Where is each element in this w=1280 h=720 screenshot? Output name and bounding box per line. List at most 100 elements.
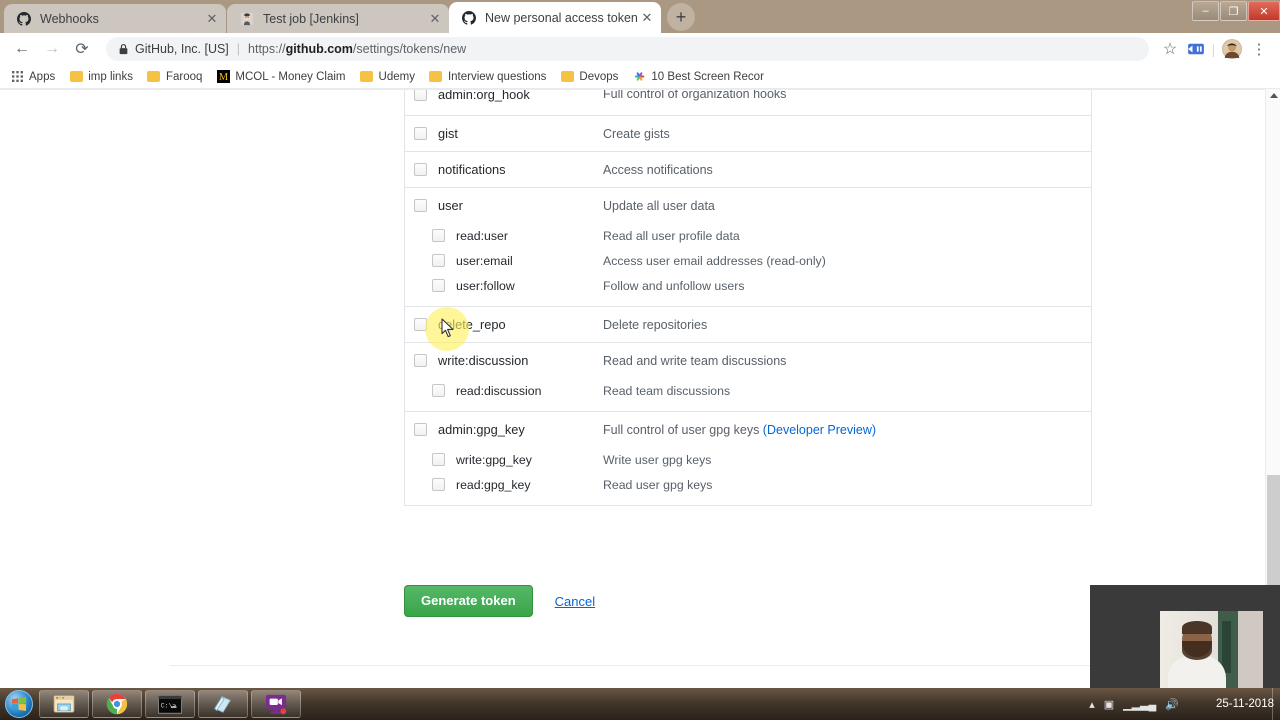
volume-icon[interactable]: 🔊	[1165, 698, 1179, 711]
checkbox-delete-repo[interactable]	[414, 318, 427, 331]
minimize-button[interactable]: –	[1192, 1, 1219, 21]
checkbox-admin-org-hook[interactable]	[414, 90, 427, 101]
bookmark-10-best-screen-recorder[interactable]: 10 Best Screen Recor	[632, 70, 764, 84]
scope-description: Read and write team discussions	[603, 353, 787, 368]
bookmark-farooq[interactable]: Farooq	[147, 70, 202, 84]
cancel-link[interactable]: Cancel	[555, 594, 595, 609]
bookmark-mcol-money-claim[interactable]: M MCOL - Money Claim	[216, 70, 346, 84]
scope-row-gist[interactable]: gist Create gists	[405, 116, 1091, 151]
checkbox-gist[interactable]	[414, 127, 427, 140]
action-center-icon[interactable]: ▣	[1104, 698, 1114, 711]
maximize-restore-button[interactable]: ❐	[1220, 1, 1247, 21]
extension-icon[interactable]	[1183, 36, 1209, 62]
browser-toolbar: ← → ⟳ GitHub, Inc. [US] | https://github…	[0, 33, 1280, 65]
browser-tab-test-job-jenkins[interactable]: Test job [Jenkins] ✕	[227, 4, 449, 33]
checkbox-read-discussion[interactable]	[432, 384, 445, 397]
bookmark-interview-questions[interactable]: Interview questions	[429, 70, 546, 84]
developer-preview-link[interactable]: (Developer Preview)	[763, 423, 876, 437]
scope-description: Full control of user gpg keys (Developer…	[603, 423, 876, 437]
reload-button[interactable]: ⟳	[68, 35, 96, 63]
scope-row-read-gpg-key[interactable]: read:gpg_key Read user gpg keys	[405, 472, 1091, 497]
bookmark-devops[interactable]: Devops	[560, 70, 618, 84]
checkbox-read-gpg-key[interactable]	[432, 478, 445, 491]
browser-tab-webhooks[interactable]: Webhooks ✕	[4, 4, 226, 33]
close-icon[interactable]: ✕	[639, 10, 655, 26]
close-icon[interactable]: ✕	[427, 11, 443, 27]
network-icon[interactable]: ▁▂▃▄	[1123, 698, 1156, 711]
scope-row-delete-repo[interactable]: delete_repo Delete repositories	[405, 307, 1091, 342]
tab-title: New personal access token	[485, 10, 638, 25]
svg-text:M: M	[219, 72, 228, 83]
close-icon[interactable]: ✕	[204, 11, 220, 27]
scope-row-user-email[interactable]: user:email Access user email addresses (…	[405, 248, 1091, 273]
scope-description-text: Full control of user gpg keys	[603, 422, 763, 437]
scope-description: Write user gpg keys	[603, 452, 712, 467]
scope-row-user[interactable]: user Update all user data	[405, 188, 1091, 223]
taskbar-sticky-notes-icon[interactable]	[198, 690, 248, 718]
url-path: /settings/tokens/new	[352, 42, 467, 56]
window-controls: – ❐ ✕	[1192, 0, 1280, 22]
webcam-overlay	[1090, 585, 1280, 688]
svg-text:C:\>: C:\>	[161, 702, 177, 709]
scope-row-admin-org-hook[interactable]: admin:org_hook Full control of organizat…	[405, 90, 1091, 107]
browser-menu-icon[interactable]: ⋮	[1246, 36, 1272, 62]
scope-name: write:discussion	[438, 353, 529, 368]
avatar[interactable]	[1222, 39, 1242, 59]
scope-row-user-follow[interactable]: user:follow Follow and unfollow users	[405, 273, 1091, 298]
close-window-button[interactable]: ✕	[1248, 1, 1280, 21]
start-orb-icon[interactable]	[2, 689, 36, 719]
folder-icon	[69, 70, 83, 84]
scope-description: Read user gpg keys	[603, 477, 713, 492]
checkbox-write-discussion[interactable]	[414, 354, 427, 367]
checkbox-write-gpg-key[interactable]	[432, 453, 445, 466]
bookmarks-bar: Apps imp links Farooq M MCOL - Money Cla…	[0, 65, 1280, 89]
taskbar-chrome-icon[interactable]	[92, 690, 142, 718]
scroll-up-arrow-icon[interactable]	[1270, 93, 1278, 98]
scope-row-notifications[interactable]: notifications Access notifications	[405, 152, 1091, 187]
scope-row-write-discussion[interactable]: write:discussion Read and write team dis…	[405, 343, 1091, 378]
checkbox-admin-gpg-key[interactable]	[414, 423, 427, 436]
webcam-person-beard	[1182, 641, 1212, 660]
scope-name: read:gpg_key	[456, 477, 531, 492]
taskbar-command-prompt-icon[interactable]: C:\>	[145, 690, 195, 718]
bookmark-label: 10 Best Screen Recor	[651, 70, 764, 83]
generate-token-button[interactable]: Generate token	[404, 585, 533, 617]
show-hidden-icons-icon[interactable]: ▴	[1089, 698, 1095, 711]
toolbar-divider: |	[1211, 41, 1216, 57]
bookmark-star-icon[interactable]: ☆	[1157, 36, 1183, 62]
scope-name: admin:org_hook	[438, 90, 530, 102]
scope-row-read-user[interactable]: read:user Read all user profile data	[405, 223, 1091, 248]
checkbox-read-user[interactable]	[432, 229, 445, 242]
bookmark-imp-links[interactable]: imp links	[69, 70, 133, 84]
url-domain: github.com	[285, 42, 353, 56]
back-button[interactable]: ←	[8, 35, 36, 63]
show-desktop-button[interactable]	[1272, 688, 1280, 720]
scope-description: Read team discussions	[603, 383, 731, 398]
scope-description: Follow and unfollow users	[603, 278, 745, 293]
checkbox-user-follow[interactable]	[432, 279, 445, 292]
checkbox-user[interactable]	[414, 199, 427, 212]
scope-row-admin-gpg-key[interactable]: admin:gpg_key Full control of user gpg k…	[405, 412, 1091, 447]
scope-row-read-discussion[interactable]: read:discussion Read team discussions	[405, 378, 1091, 403]
tab-title: Test job [Jenkins]	[263, 11, 359, 26]
scope-group: delete_repo Delete repositories	[405, 307, 1091, 343]
taskbar-screen-recorder-icon[interactable]	[251, 690, 301, 718]
browser-window: Webhooks ✕ Test job [Jenkins] ✕ New pers…	[0, 0, 1280, 688]
scope-group: notifications Access notifications	[405, 152, 1091, 188]
taskbar-windows-explorer-icon[interactable]	[39, 690, 89, 718]
bookmark-label: Udemy	[378, 70, 415, 83]
scope-name: notifications	[438, 162, 506, 177]
checkbox-user-email[interactable]	[432, 254, 445, 267]
taskbar-clock[interactable]: 25-11-2018	[1216, 688, 1274, 720]
bookmark-apps[interactable]: Apps	[10, 70, 55, 84]
scope-row-write-gpg-key[interactable]: write:gpg_key Write user gpg keys	[405, 447, 1091, 472]
browser-tab-new-personal-access-token[interactable]: New personal access token ✕	[449, 2, 661, 33]
form-actions: Generate token Cancel	[404, 585, 595, 617]
scope-name: user	[438, 198, 463, 213]
address-bar[interactable]: GitHub, Inc. [US] | https://github.com/s…	[106, 37, 1149, 61]
bookmark-udemy[interactable]: Udemy	[360, 70, 415, 84]
checkbox-notifications[interactable]	[414, 163, 427, 176]
new-tab-button[interactable]: +	[667, 3, 695, 31]
folder-icon	[560, 70, 574, 84]
bookmark-label: Devops	[579, 70, 619, 83]
